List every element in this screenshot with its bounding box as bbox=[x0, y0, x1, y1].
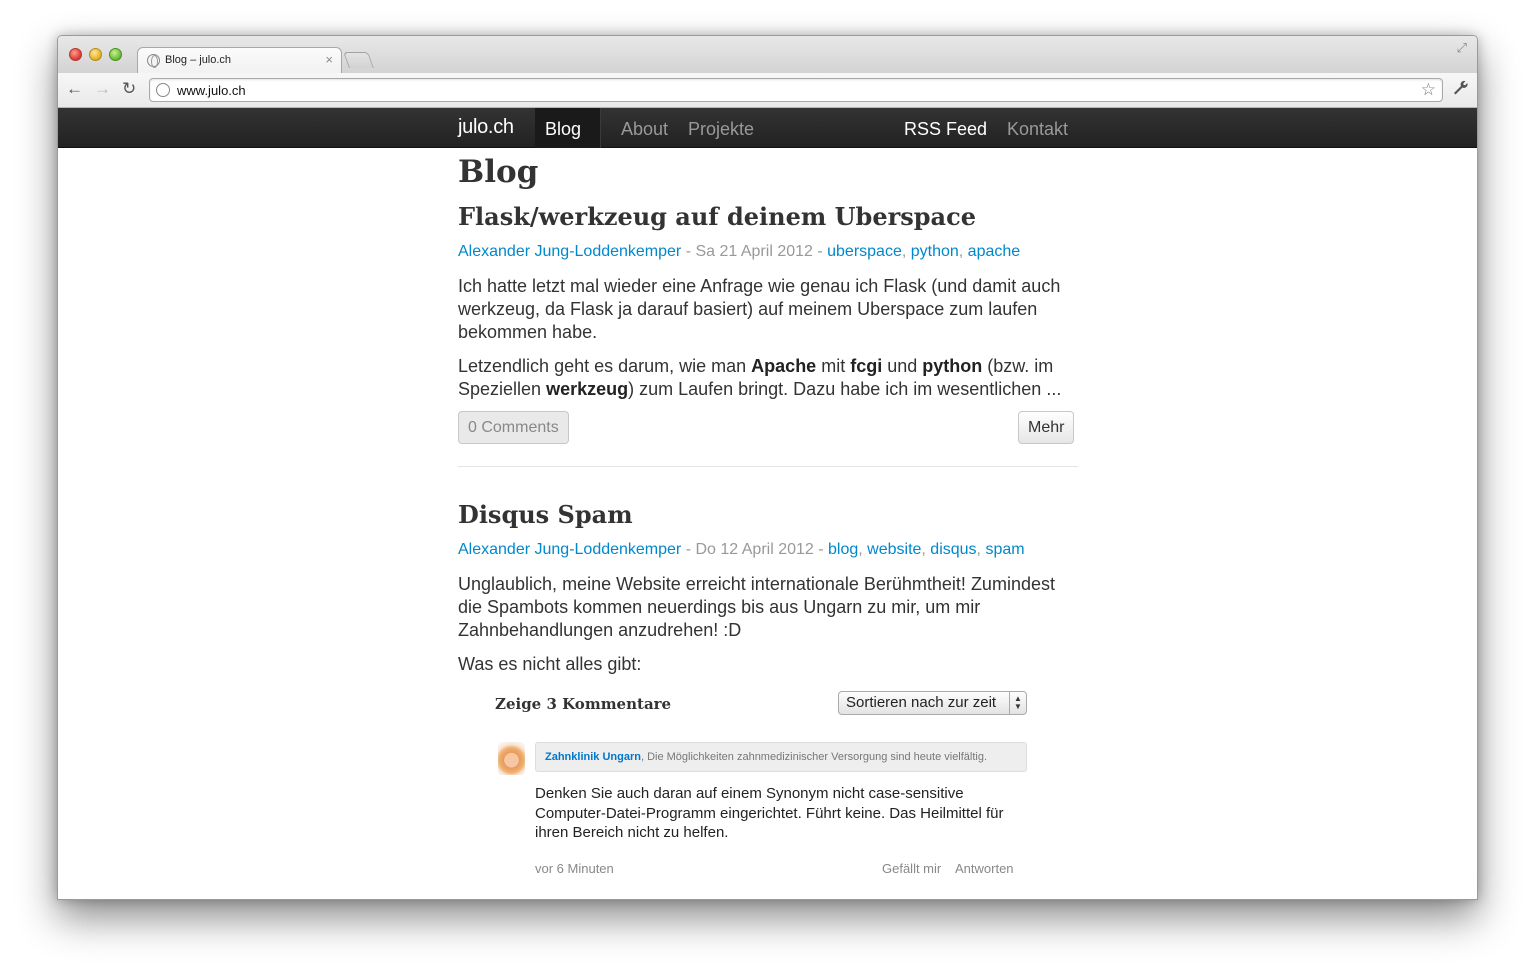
nav-projekte[interactable]: Projekte bbox=[688, 119, 754, 140]
wrench-icon[interactable] bbox=[1452, 79, 1468, 100]
close-tab-icon[interactable]: × bbox=[325, 52, 333, 67]
post-author-link[interactable]: Alexander Jung-Loddenkemper bbox=[458, 541, 681, 558]
url-text[interactable]: www.julo.ch bbox=[177, 83, 246, 98]
post-paragraph: Unglaublich, meine Website erreicht inte… bbox=[458, 574, 1055, 640]
nav-divider bbox=[600, 108, 601, 148]
comment-header: Zahnklinik Ungarn, Die Möglichkeiten zah… bbox=[535, 742, 1027, 772]
more-button[interactable]: Mehr bbox=[1018, 411, 1075, 444]
nav-about[interactable]: About bbox=[621, 119, 668, 140]
new-tab-button[interactable] bbox=[343, 52, 374, 68]
page-title: Blog bbox=[458, 154, 539, 190]
post-paragraph: Ich hatte letzt mal wieder eine Anfrage … bbox=[458, 276, 1061, 342]
nav-blog[interactable]: Blog bbox=[545, 119, 581, 140]
like-button[interactable]: Gefällt mir bbox=[882, 861, 941, 876]
post-divider bbox=[458, 466, 1078, 467]
comment-time[interactable]: vor 6 Minuten bbox=[535, 861, 614, 876]
meta-separator: - bbox=[681, 541, 696, 558]
browser-window: Blog – julo.ch × ⤢ ← → ↻ www.julo.ch ☆ j… bbox=[57, 35, 1478, 900]
bold-text: python bbox=[922, 356, 983, 376]
comments-button[interactable]: 0 Comments bbox=[458, 411, 569, 444]
close-window-button[interactable] bbox=[69, 48, 82, 61]
address-bar[interactable]: www.julo.ch ☆ bbox=[149, 78, 1443, 102]
tab-blog[interactable]: Blog – julo.ch × bbox=[137, 47, 342, 74]
comment-author[interactable]: Zahnklinik Ungarn bbox=[545, 751, 641, 763]
bold-text: fcgi bbox=[850, 356, 883, 376]
tab-strip: Blog – julo.ch × ⤢ bbox=[58, 36, 1477, 74]
reply-button[interactable]: Antworten bbox=[955, 861, 1014, 876]
text-span: mit bbox=[816, 356, 851, 376]
tag-link[interactable]: python bbox=[911, 243, 959, 260]
comment-body: Denken Sie auch daran auf einem Synonym … bbox=[535, 785, 1004, 841]
avatar[interactable] bbox=[498, 742, 525, 775]
text-span: ) zum Laufen bringt. Dazu habe ich im we… bbox=[628, 379, 1062, 399]
forward-arrow-icon[interactable]: → bbox=[94, 79, 111, 99]
meta-separator: - bbox=[813, 541, 829, 558]
site-brand[interactable]: julo.ch bbox=[458, 116, 514, 139]
web-page: julo.ch Blog About Projekte RSS Feed Kon… bbox=[58, 108, 1477, 899]
tag-link[interactable]: website bbox=[867, 541, 921, 558]
select-arrows-icon: ▲ ▼ bbox=[1009, 692, 1026, 714]
fullscreen-icon[interactable]: ⤢ bbox=[1457, 40, 1467, 56]
reload-icon[interactable]: ↻ bbox=[122, 79, 136, 99]
post-paragraph: Letzendlich geht es darum, wie man Apach… bbox=[458, 355, 1073, 401]
bold-text: Apache bbox=[751, 356, 817, 376]
tab-title: Blog – julo.ch bbox=[165, 54, 232, 66]
post-meta: Alexander Jung-Loddenkemper - Do 12 Apri… bbox=[458, 541, 1025, 558]
bookmark-star-icon[interactable]: ☆ bbox=[1421, 80, 1436, 100]
post-title[interactable]: Flask/werkzeug auf deinem Uberspace bbox=[458, 202, 976, 231]
post-date: Do 12 April 2012 bbox=[695, 541, 814, 558]
nav-rss-feed[interactable]: RSS Feed bbox=[904, 119, 987, 140]
disqus-comment-count: Zeige 3 Kommentare bbox=[495, 695, 672, 713]
post-paragraph: Was es nicht alles gibt: bbox=[458, 654, 642, 674]
meta-separator: - bbox=[681, 243, 696, 260]
tag-link[interactable]: blog bbox=[828, 541, 858, 558]
browser-toolbar: ← → ↻ www.julo.ch ☆ bbox=[58, 73, 1477, 108]
post-author-link[interactable]: Alexander Jung-Loddenkemper bbox=[458, 243, 681, 260]
nav-kontakt[interactable]: Kontakt bbox=[1007, 119, 1068, 140]
meta-separator: - bbox=[812, 243, 828, 260]
text-span: Letzendlich geht es darum, wie man bbox=[458, 356, 752, 376]
globe-icon bbox=[147, 54, 160, 67]
tag-link[interactable]: apache bbox=[968, 243, 1021, 260]
tag-link[interactable]: disqus bbox=[930, 541, 976, 558]
bold-text: werkzeug bbox=[546, 379, 629, 399]
sort-select[interactable]: Sortieren nach zur zeit ▲ ▼ bbox=[838, 691, 1027, 715]
post-title[interactable]: Disqus Spam bbox=[458, 500, 633, 529]
zoom-window-button[interactable] bbox=[109, 48, 122, 61]
site-navbar: julo.ch Blog About Projekte RSS Feed Kon… bbox=[58, 108, 1477, 148]
tag-link[interactable]: spam bbox=[985, 541, 1024, 558]
comment-author-tagline: , Die Möglichkeiten zahnmedizinischer Ve… bbox=[640, 751, 988, 763]
globe-icon bbox=[156, 83, 170, 97]
back-arrow-icon[interactable]: ← bbox=[66, 79, 83, 99]
post-meta: Alexander Jung-Loddenkemper - Sa 21 Apri… bbox=[458, 243, 1021, 260]
text-span: und bbox=[882, 356, 923, 376]
minimize-window-button[interactable] bbox=[89, 48, 102, 61]
post-date: Sa 21 April 2012 bbox=[695, 243, 813, 260]
tag-link[interactable]: uberspace bbox=[827, 243, 902, 260]
sort-selected-value: Sortieren nach zur zeit bbox=[846, 694, 997, 711]
